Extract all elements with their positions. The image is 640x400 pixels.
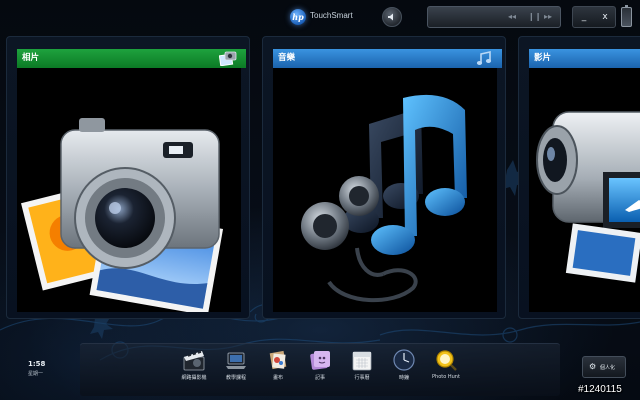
dock-item-canvas-label: 畫布 bbox=[272, 375, 283, 381]
window-controls: _ x bbox=[572, 6, 616, 28]
pause-button[interactable]: ❙❙ bbox=[528, 12, 541, 22]
dock-item-clock[interactable]: 時鐘 bbox=[384, 348, 424, 381]
panel-music-title: 音樂 bbox=[278, 53, 296, 63]
panel-photos-preview[interactable] bbox=[17, 68, 241, 312]
canvas-icon bbox=[269, 350, 287, 370]
dock-item-tutorial-label: 教學課程 bbox=[225, 375, 246, 381]
dock-item-photo-hunt-label: Photo Hunt bbox=[432, 374, 460, 380]
personalize-button[interactable]: ⚙ 個人化 bbox=[582, 356, 626, 378]
previous-track-button[interactable]: ◂◂ bbox=[508, 12, 516, 22]
panel-video[interactable]: 影片 bbox=[518, 36, 640, 319]
hp-logo: hp bbox=[290, 9, 306, 25]
dock-item-webcam[interactable]: 網路攝影機 bbox=[174, 348, 214, 381]
panel-video-title: 影片 bbox=[534, 53, 552, 63]
dock-item-notes-label: 記事 bbox=[314, 375, 325, 381]
personalize-label: 個人化 bbox=[600, 365, 616, 371]
touchsmart-screen: hp TouchSmart ◂◂ ❙❙ ▸▸ _ x 相片 音樂 影片 1:58… bbox=[0, 0, 640, 400]
clock-time: 1:58 bbox=[28, 360, 46, 368]
dock-item-tutorial[interactable]: 教學課程 bbox=[216, 348, 256, 381]
close-button[interactable]: x bbox=[598, 11, 612, 23]
minimize-button[interactable]: _ bbox=[577, 11, 591, 23]
panel-video-header[interactable]: 影片 bbox=[529, 49, 640, 68]
dock-item-photo-hunt[interactable]: Photo Hunt bbox=[426, 348, 466, 380]
app-dock: 網路攝影機 教學課程 畫布 記事 行事曆 時鐘 Photo Hunt bbox=[80, 343, 560, 396]
top-bar: hp TouchSmart ◂◂ ❙❙ ▸▸ _ x bbox=[0, 0, 640, 36]
dock-item-webcam-label: 網路攝影機 bbox=[181, 375, 207, 381]
panel-photos[interactable]: 相片 bbox=[6, 36, 250, 319]
app-title: TouchSmart bbox=[310, 11, 353, 20]
watermark-text: #1240115 bbox=[578, 384, 622, 395]
panel-photos-title: 相片 bbox=[22, 53, 40, 63]
notes-icon bbox=[310, 351, 330, 370]
media-control-bar: ◂◂ ❙❙ ▸▸ bbox=[427, 6, 561, 28]
webcam-clapper-icon bbox=[183, 351, 205, 371]
music-small-icon bbox=[476, 51, 492, 65]
panel-video-preview[interactable] bbox=[529, 68, 640, 312]
next-track-button[interactable]: ▸▸ bbox=[544, 12, 552, 22]
gear-icon: ⚙ bbox=[589, 362, 597, 371]
camera-photos-icon bbox=[21, 118, 224, 312]
dock-item-calendar-label: 行事曆 bbox=[354, 375, 370, 381]
camcorder-video-icon bbox=[536, 111, 640, 283]
tutorial-laptop-icon bbox=[226, 352, 246, 369]
dock-item-clock-label: 時鐘 bbox=[398, 375, 409, 381]
speaker-icon bbox=[388, 13, 393, 21]
panel-photos-header[interactable]: 相片 bbox=[17, 49, 246, 68]
music-headphones-icon bbox=[301, 94, 467, 303]
battery-icon bbox=[621, 5, 632, 27]
panel-music-preview[interactable] bbox=[273, 68, 497, 312]
panel-music[interactable]: 音樂 bbox=[262, 36, 506, 319]
photos-small-icon bbox=[219, 51, 237, 66]
dock-item-calendar[interactable]: 行事曆 bbox=[342, 348, 382, 381]
dock-item-canvas[interactable]: 畫布 bbox=[258, 348, 298, 381]
clock-icon bbox=[393, 349, 415, 371]
photo-hunt-icon bbox=[436, 350, 457, 371]
clock-date: 星期一 bbox=[28, 371, 44, 377]
panel-music-header[interactable]: 音樂 bbox=[273, 49, 502, 68]
volume-button[interactable] bbox=[382, 7, 402, 27]
dock-item-notes[interactable]: 記事 bbox=[300, 348, 340, 381]
calendar-icon bbox=[352, 351, 372, 371]
